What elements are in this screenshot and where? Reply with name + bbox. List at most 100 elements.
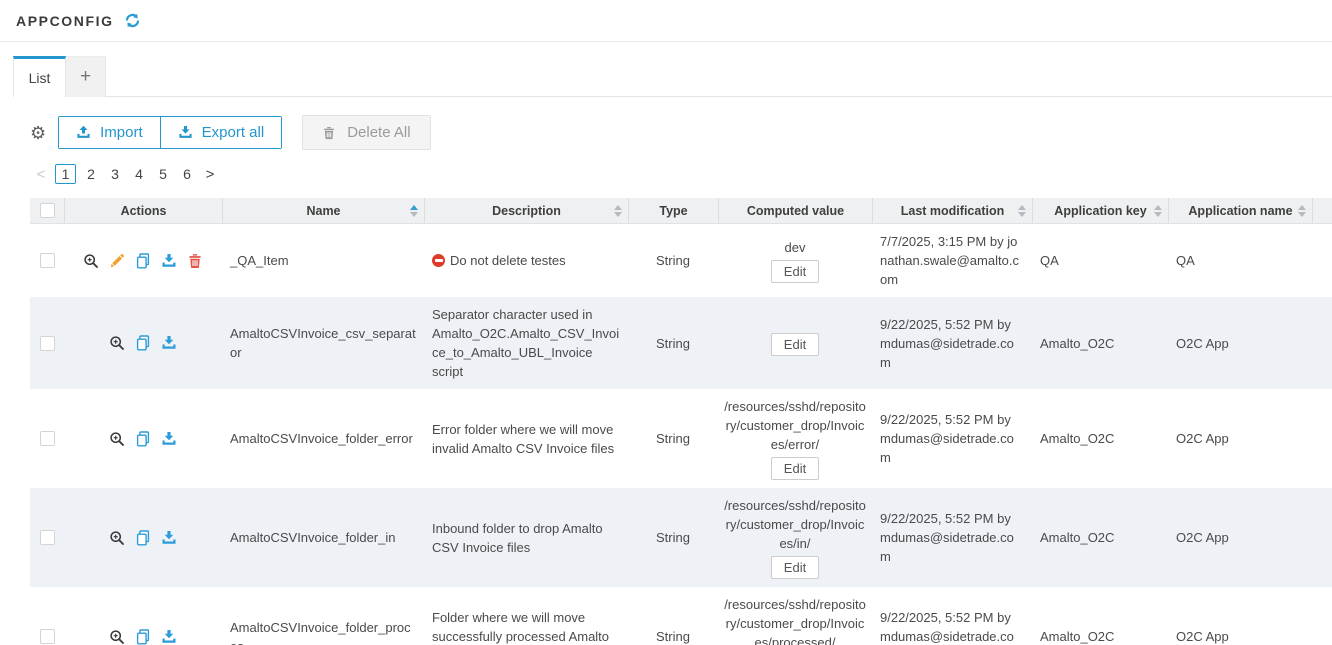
- action-icons: [72, 335, 214, 351]
- page-button-4[interactable]: 4: [127, 164, 151, 184]
- column-header-name[interactable]: Name: [222, 198, 424, 223]
- delete-all-button-label: Delete All: [347, 124, 410, 141]
- config-description: Do not delete testes: [424, 243, 628, 278]
- row-checkbox[interactable]: [40, 431, 55, 446]
- download-icon[interactable]: [161, 335, 177, 351]
- row-checkbox-cell: [30, 621, 64, 645]
- import-button[interactable]: Import: [59, 117, 160, 148]
- page-button-1[interactable]: 1: [55, 164, 76, 184]
- toolbar: ⚙ Import Export all Delete All: [30, 115, 1332, 150]
- copy-icon[interactable]: [135, 253, 151, 269]
- column-header-description[interactable]: Description: [424, 198, 628, 223]
- config-type: String: [628, 619, 718, 645]
- view-icon[interactable]: [109, 335, 125, 351]
- tab-content: ⚙ Import Export all Delete All < 123456 …: [13, 97, 1332, 645]
- config-name: _QA_Item: [222, 243, 424, 278]
- column-label: Application key: [1054, 204, 1146, 218]
- column-header-last-modification[interactable]: Last modification: [872, 198, 1032, 223]
- column-header-type[interactable]: Type: [628, 198, 718, 223]
- view-icon[interactable]: [109, 530, 125, 546]
- action-icons: [72, 530, 214, 546]
- column-header-application-name[interactable]: Application name: [1168, 198, 1312, 223]
- page-button-3[interactable]: 3: [103, 164, 127, 184]
- download-icon[interactable]: [161, 431, 177, 447]
- sort-caret-up-icon: [410, 205, 418, 210]
- row-stub: [1312, 431, 1332, 447]
- actions-cell: [64, 522, 222, 554]
- tab-list[interactable]: List: [13, 56, 66, 97]
- application-name: O2C App: [1168, 421, 1312, 456]
- config-description: Error folder where we will move invalid …: [424, 412, 628, 466]
- sort-icon[interactable]: [614, 205, 622, 217]
- sort-icon[interactable]: [410, 205, 418, 217]
- copy-icon[interactable]: [135, 530, 151, 546]
- download-icon[interactable]: [161, 530, 177, 546]
- view-icon[interactable]: [109, 629, 125, 645]
- header-select-all-cell[interactable]: [30, 198, 64, 223]
- column-label: Computed value: [747, 204, 844, 218]
- last-modification: 9/22/2025, 5:52 PM by mdumas@sidetrade.c…: [872, 307, 1032, 380]
- view-icon[interactable]: [83, 253, 99, 269]
- column-header-actions[interactable]: Actions: [64, 198, 222, 223]
- gear-icon[interactable]: ⚙: [30, 124, 46, 142]
- download-icon[interactable]: [161, 253, 177, 269]
- sort-icon[interactable]: [1154, 205, 1162, 217]
- row-stub: [1312, 253, 1332, 269]
- sort-caret-down-icon: [614, 212, 622, 217]
- next-page-button[interactable]: >: [199, 166, 221, 183]
- export-all-button-label: Export all: [202, 124, 265, 141]
- sort-caret-down-icon: [1298, 212, 1306, 217]
- sort-caret-down-icon: [1018, 212, 1026, 217]
- computed-value: /resources/sshd/repository/customer_drop…: [724, 397, 866, 454]
- edit-button[interactable]: Edit: [771, 260, 819, 283]
- row-checkbox[interactable]: [40, 530, 55, 545]
- select-all-checkbox[interactable]: [40, 203, 55, 218]
- row-checkbox[interactable]: [40, 629, 55, 644]
- row-checkbox-cell: [30, 245, 64, 276]
- application-key: Amalto_O2C: [1032, 619, 1168, 645]
- config-description: Separator character used in Amalto_O2C.A…: [424, 297, 628, 389]
- delete-all-button[interactable]: Delete All: [302, 115, 430, 150]
- column-label: Description: [492, 204, 561, 218]
- sort-caret-down-icon: [410, 212, 418, 217]
- export-all-button[interactable]: Export all: [160, 117, 282, 148]
- application-key: Amalto_O2C: [1032, 421, 1168, 456]
- table-row: AmaltoCSVInvoice_folder_errorError folde…: [30, 389, 1332, 488]
- main-panel: List + ⚙ Import Export all Delete All: [13, 56, 1332, 645]
- computed-value-cell: /resources/sshd/repository/customer_drop…: [718, 587, 872, 645]
- column-header-stub: [1312, 198, 1332, 223]
- sort-icon[interactable]: [1298, 205, 1306, 217]
- edit-button[interactable]: Edit: [771, 333, 819, 356]
- column-header-application-key[interactable]: Application key: [1032, 198, 1168, 223]
- row-checkbox[interactable]: [40, 253, 55, 268]
- download-icon: [178, 125, 193, 140]
- edit-button[interactable]: Edit: [771, 457, 819, 480]
- config-type: String: [628, 520, 718, 555]
- copy-icon[interactable]: [135, 431, 151, 447]
- table-row: AmaltoCSVInvoice_folder_proces...Folder …: [30, 587, 1332, 645]
- download-icon[interactable]: [161, 629, 177, 645]
- sort-icon[interactable]: [1018, 205, 1026, 217]
- column-label: Name: [306, 204, 340, 218]
- column-header-computed-value[interactable]: Computed value: [718, 198, 872, 223]
- application-name: O2C App: [1168, 619, 1312, 645]
- description-text: Error folder where we will move invalid …: [432, 422, 614, 456]
- copy-icon[interactable]: [135, 335, 151, 351]
- row-stub: [1312, 530, 1332, 546]
- tab-bar: List +: [13, 56, 1332, 97]
- delete-icon[interactable]: [187, 253, 203, 269]
- edit-button[interactable]: Edit: [771, 556, 819, 579]
- page-button-5[interactable]: 5: [151, 164, 175, 184]
- config-type: String: [628, 326, 718, 361]
- copy-icon[interactable]: [135, 629, 151, 645]
- refresh-icon[interactable]: [124, 12, 141, 29]
- sort-caret-up-icon: [1154, 205, 1162, 210]
- row-checkbox-cell: [30, 328, 64, 359]
- page-button-6[interactable]: 6: [175, 164, 199, 184]
- view-icon[interactable]: [109, 431, 125, 447]
- page-button-2[interactable]: 2: [79, 164, 103, 184]
- row-checkbox[interactable]: [40, 336, 55, 351]
- prev-page-button[interactable]: <: [30, 166, 52, 183]
- edit-icon[interactable]: [109, 253, 125, 269]
- add-tab-button[interactable]: +: [66, 56, 106, 97]
